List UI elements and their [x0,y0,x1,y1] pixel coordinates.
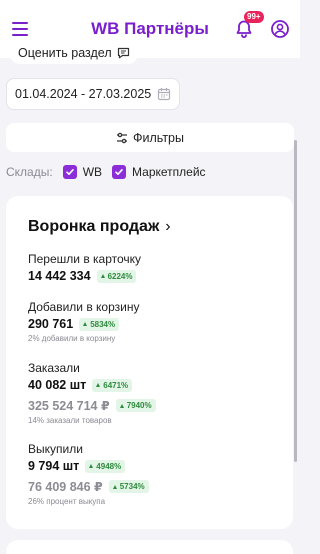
rate-section-button[interactable]: Оценить раздел [10,42,138,64]
change-badge: 6471% [92,378,133,392]
funnel-title: Воронка продаж [28,218,160,235]
funnel-title-link[interactable]: Воронка продаж › [28,218,293,236]
arrow-up-icon [119,403,124,408]
sales-funnel-card: Воронка продаж › Перешли в карточку 14 4… [6,196,293,529]
metric-label: Добавили в корзину [28,300,140,314]
metric-value-money: 325 524 714 ₽ [28,399,110,413]
user-icon[interactable] [270,19,290,39]
metric-value-money: 76 409 846 ₽ [28,480,103,494]
feedback-icon [117,47,129,59]
metric-value: 14 442 334 [28,269,91,283]
warehouses-label: Склады: [6,165,53,179]
date-range-value: 01.04.2024 - 27.03.2025 [15,87,152,101]
change-badge: 7940% [115,399,156,412]
metric-label: Заказали [28,361,80,375]
rate-section-label: Оценить раздел [18,46,112,60]
metric-orders: Заказали 40 082 шт 6471% 325 524 714 ₽ 7… [28,361,156,425]
arrow-up-icon [112,484,117,489]
arrow-up-icon [89,464,94,468]
scrollbar[interactable] [294,140,297,462]
metric-value: 9 794 шт [28,459,80,473]
metric-label: Перешли в карточку [28,252,142,266]
metric-label: Выкупили [28,442,83,456]
arrow-up-icon [96,383,101,387]
bell-icon[interactable]: 99+ [234,11,264,39]
metric-card-views: Перешли в карточку 14 442 334 6224% [28,252,141,283]
metric-value: 290 761 [28,317,74,331]
metric-note: 2% добавили в корзину [28,334,116,343]
chevron-right-icon: › [165,218,171,235]
checkbox-marketplace[interactable] [112,165,127,179]
hamburger-icon[interactable] [12,22,28,36]
checkbox-marketplace-label: Маркетплейс [132,165,206,179]
warehouses-filter: Склады: WB Маркетплейс [6,162,216,182]
date-range-field[interactable]: 01.04.2024 - 27.03.2025 [6,78,180,110]
calendar-icon [157,88,171,101]
filters-label: Фильтры [133,130,184,145]
change-badge: 5834% [79,317,120,331]
arrow-up-icon [83,322,88,326]
arrow-up-icon [100,274,105,278]
notification-badge: 99+ [244,11,264,23]
sliders-icon [117,132,127,143]
next-card [6,540,293,554]
metric-value: 40 082 шт [28,378,87,392]
metric-cart: Добавили в корзину 290 761 5834% 2% доба… [28,300,139,343]
checkbox-wb-label: WB [82,165,103,179]
metric-purchases: Выкупили 9 794 шт 4948% 76 409 846 ₽ 573… [28,442,149,506]
change-badge: 5734% [108,480,149,493]
filters-button[interactable]: Фильтры [6,123,294,152]
metric-note: 14% заказали товаров [28,416,112,425]
checkbox-wb[interactable] [62,165,77,179]
metric-note: 26% процент выкупа [28,497,106,506]
change-badge: 4948% [85,459,126,473]
change-badge: 6224% [96,269,137,283]
